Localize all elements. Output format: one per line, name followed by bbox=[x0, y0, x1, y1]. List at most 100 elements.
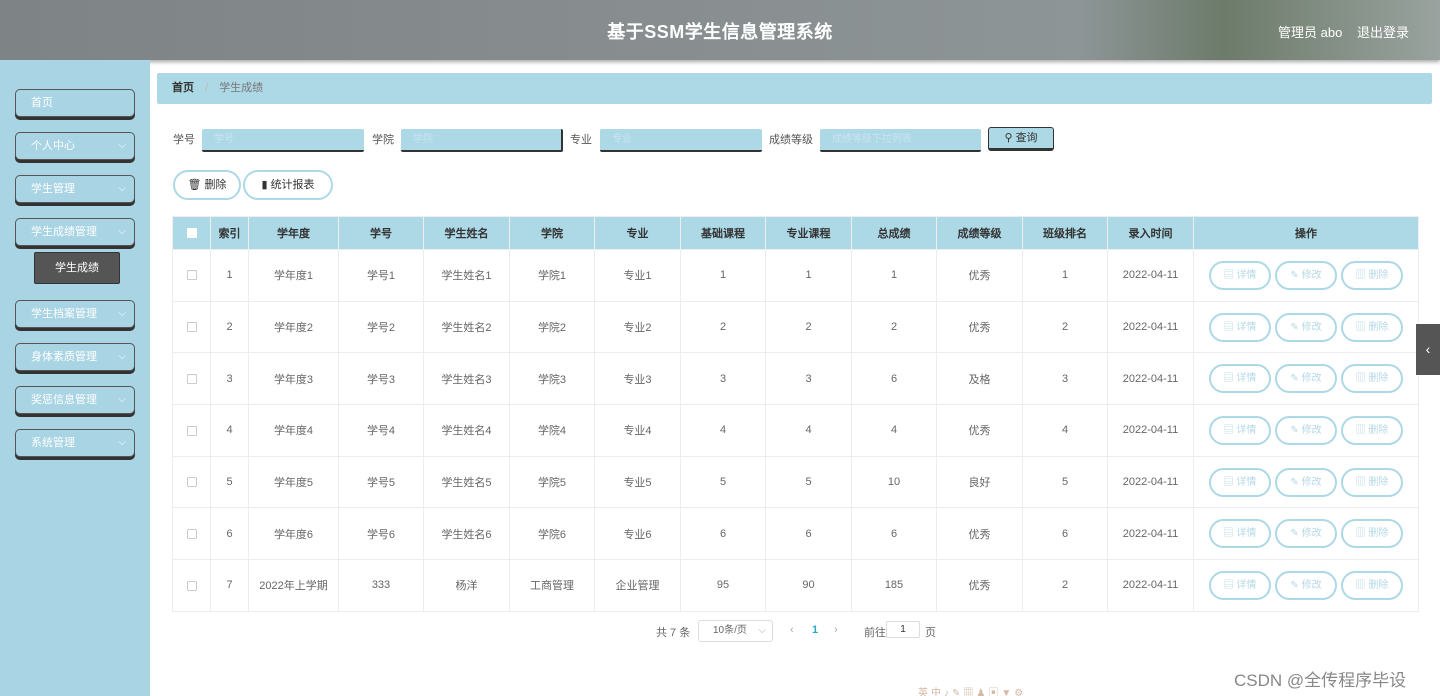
page-number-current[interactable]: 1 bbox=[812, 624, 818, 636]
delete-button[interactable]: ▥ 删除 bbox=[1341, 570, 1403, 600]
row-select-cell[interactable] bbox=[172, 300, 211, 354]
grade-select[interactable] bbox=[820, 129, 981, 152]
pagination-total: 共 7 条 bbox=[656, 627, 691, 639]
sidebar-item-label: 首页 bbox=[31, 97, 53, 109]
sidebar-item-student-management[interactable]: 学生管理 ⌵ bbox=[15, 175, 135, 203]
college-input[interactable] bbox=[401, 129, 563, 152]
edit-button[interactable]: ✎ 修改 bbox=[1275, 467, 1337, 497]
delete-label: 删除 bbox=[1368, 269, 1389, 281]
edit-button[interactable]: ✎ 修改 bbox=[1275, 415, 1337, 445]
row-checkbox[interactable] bbox=[186, 528, 197, 539]
row-select-cell[interactable] bbox=[172, 507, 211, 561]
select-all-cell[interactable] bbox=[172, 216, 211, 250]
row-select-cell[interactable] bbox=[172, 249, 211, 302]
prev-page-button[interactable]: ‹ bbox=[790, 624, 794, 636]
goto-page-input[interactable] bbox=[886, 621, 920, 638]
pencil-icon: ✎ bbox=[1290, 269, 1302, 281]
detail-button[interactable]: ▤ 详情 bbox=[1209, 467, 1271, 497]
row-select-cell[interactable] bbox=[172, 352, 211, 406]
delete-button[interactable]: ▥ 删除 bbox=[1341, 467, 1403, 497]
row-checkbox[interactable] bbox=[186, 580, 197, 591]
sidebar-item-physical-management[interactable]: 身体素质管理 ⌵ bbox=[15, 343, 135, 371]
sidebar-item-home[interactable]: 首页 bbox=[15, 89, 135, 117]
major-input[interactable] bbox=[600, 129, 762, 152]
table-cell: 185 bbox=[851, 559, 937, 612]
trash-icon: ▥ bbox=[1355, 269, 1369, 281]
chevron-down-icon: ⌵ bbox=[118, 437, 126, 448]
row-checkbox[interactable] bbox=[186, 425, 197, 436]
edit-label: 修改 bbox=[1301, 579, 1322, 591]
grade-label: 成绩等级 bbox=[769, 134, 813, 146]
edit-label: 修改 bbox=[1301, 321, 1322, 333]
delete-button[interactable]: ▥ 删除 bbox=[1341, 260, 1403, 290]
detail-label: 详情 bbox=[1236, 373, 1257, 385]
row-select-cell[interactable] bbox=[172, 455, 211, 509]
table-cell: 2022-04-11 bbox=[1107, 507, 1194, 561]
page-size-select[interactable]: 10条/页 ⌵ bbox=[698, 620, 773, 642]
batch-delete-button[interactable]: 🗑 删除 bbox=[173, 170, 241, 200]
detail-button[interactable]: ▤ 详情 bbox=[1209, 364, 1271, 394]
row-checkbox[interactable] bbox=[186, 322, 197, 333]
detail-button[interactable]: ▤ 详情 bbox=[1209, 570, 1271, 600]
detail-button[interactable]: ▤ 详情 bbox=[1209, 415, 1271, 445]
select-all-checkbox[interactable] bbox=[186, 228, 197, 239]
document-icon: ▤ bbox=[1223, 528, 1237, 540]
table-cell: 学院6 bbox=[509, 507, 595, 561]
row-select-cell[interactable] bbox=[172, 404, 211, 457]
next-page-button[interactable]: › bbox=[834, 624, 838, 636]
detail-button[interactable]: ▤ 详情 bbox=[1209, 312, 1271, 342]
query-button[interactable]: ⚲ 查询 bbox=[988, 127, 1054, 151]
row-checkbox[interactable] bbox=[186, 477, 197, 488]
table-cell: 学号6 bbox=[338, 507, 424, 561]
edit-button[interactable]: ✎ 修改 bbox=[1275, 519, 1337, 549]
trash-icon: ▥ bbox=[1355, 579, 1369, 591]
sidebar-item-personal-center[interactable]: 个人中心 ⌵ bbox=[15, 132, 135, 160]
bar-chart-icon: ▮ bbox=[261, 179, 268, 191]
sidebar-item-system-management[interactable]: 系统管理 ⌵ bbox=[15, 429, 135, 457]
table-row: 3 学年度3 学号3 学生姓名3 学院3 专业3 3 3 6 及格 3 2022-04-11 ▤ 详情 ✎… bbox=[172, 352, 1419, 406]
sidebar-item-reward-management[interactable]: 奖惩信息管理 ⌵ bbox=[15, 386, 135, 414]
row-select-cell[interactable] bbox=[172, 559, 211, 612]
student-no-input[interactable] bbox=[202, 129, 364, 152]
detail-button[interactable]: ▤ 详情 bbox=[1209, 260, 1271, 290]
edit-button[interactable]: ✎ 修改 bbox=[1275, 364, 1337, 394]
detail-button[interactable]: ▤ 详情 bbox=[1209, 519, 1271, 549]
breadcrumb: 首页 / 学生成绩 bbox=[157, 73, 1432, 104]
row-checkbox[interactable] bbox=[186, 373, 197, 384]
column-header: 索引 bbox=[210, 216, 249, 250]
sidebar-item-label: 学生管理 bbox=[31, 183, 75, 195]
table-cell: 2022-04-11 bbox=[1107, 455, 1194, 509]
collapse-panel-button[interactable]: ‹ bbox=[1416, 324, 1440, 375]
edit-button[interactable]: ✎ 修改 bbox=[1275, 312, 1337, 342]
table-cell: 专业3 bbox=[594, 352, 681, 406]
sidebar-subitem-student-score[interactable]: 学生成绩 bbox=[34, 252, 120, 284]
row-actions-cell: ▤ 详情 ✎ 修改 ▥ 删除 bbox=[1193, 559, 1419, 612]
watermark: CSDN @全传程序毕设 bbox=[1234, 671, 1407, 690]
trash-icon: ▥ bbox=[1355, 476, 1369, 488]
table-cell: 1 bbox=[765, 249, 852, 302]
column-header: 基础课程 bbox=[680, 216, 766, 250]
row-checkbox[interactable] bbox=[186, 270, 197, 281]
delete-button[interactable]: ▥ 删除 bbox=[1341, 364, 1403, 394]
column-header: 总成绩 bbox=[851, 216, 937, 250]
goto-label: 前往 bbox=[864, 627, 886, 639]
delete-button[interactable]: ▥ 删除 bbox=[1341, 312, 1403, 342]
table-cell: 学生姓名1 bbox=[423, 249, 510, 302]
sidebar-item-archive-management[interactable]: 学生档案管理 ⌵ bbox=[15, 300, 135, 328]
edit-button[interactable]: ✎ 修改 bbox=[1275, 260, 1337, 290]
delete-label: 删除 bbox=[1368, 579, 1389, 591]
table-cell: 2022-04-11 bbox=[1107, 559, 1194, 612]
edit-button[interactable]: ✎ 修改 bbox=[1275, 570, 1337, 600]
delete-button[interactable]: ▥ 删除 bbox=[1341, 415, 1403, 445]
document-icon: ▤ bbox=[1223, 579, 1237, 591]
table-cell: 5 bbox=[210, 455, 249, 509]
table-body: 1 学年度1 学号1 学生姓名1 学院1 专业1 1 1 1 优秀 1 2022-04-11 ▤ 详情 ✎… bbox=[172, 249, 1419, 612]
row-actions-cell: ▤ 详情 ✎ 修改 ▥ 删除 bbox=[1193, 249, 1419, 302]
logout-link[interactable]: 退出登录 bbox=[1357, 22, 1409, 41]
sidebar-item-score-management[interactable]: 学生成绩管理 ⌵ bbox=[15, 218, 135, 246]
delete-button[interactable]: ▥ 删除 bbox=[1341, 519, 1403, 549]
table-cell: 1 bbox=[210, 249, 249, 302]
breadcrumb-home[interactable]: 首页 bbox=[172, 82, 194, 94]
table-row: 2 学年度2 学号2 学生姓名2 学院2 专业2 2 2 2 优秀 2 2022-04-11 ▤ 详情 ✎… bbox=[172, 300, 1419, 354]
stats-report-button[interactable]: ▮ 统计报表 bbox=[243, 170, 333, 200]
